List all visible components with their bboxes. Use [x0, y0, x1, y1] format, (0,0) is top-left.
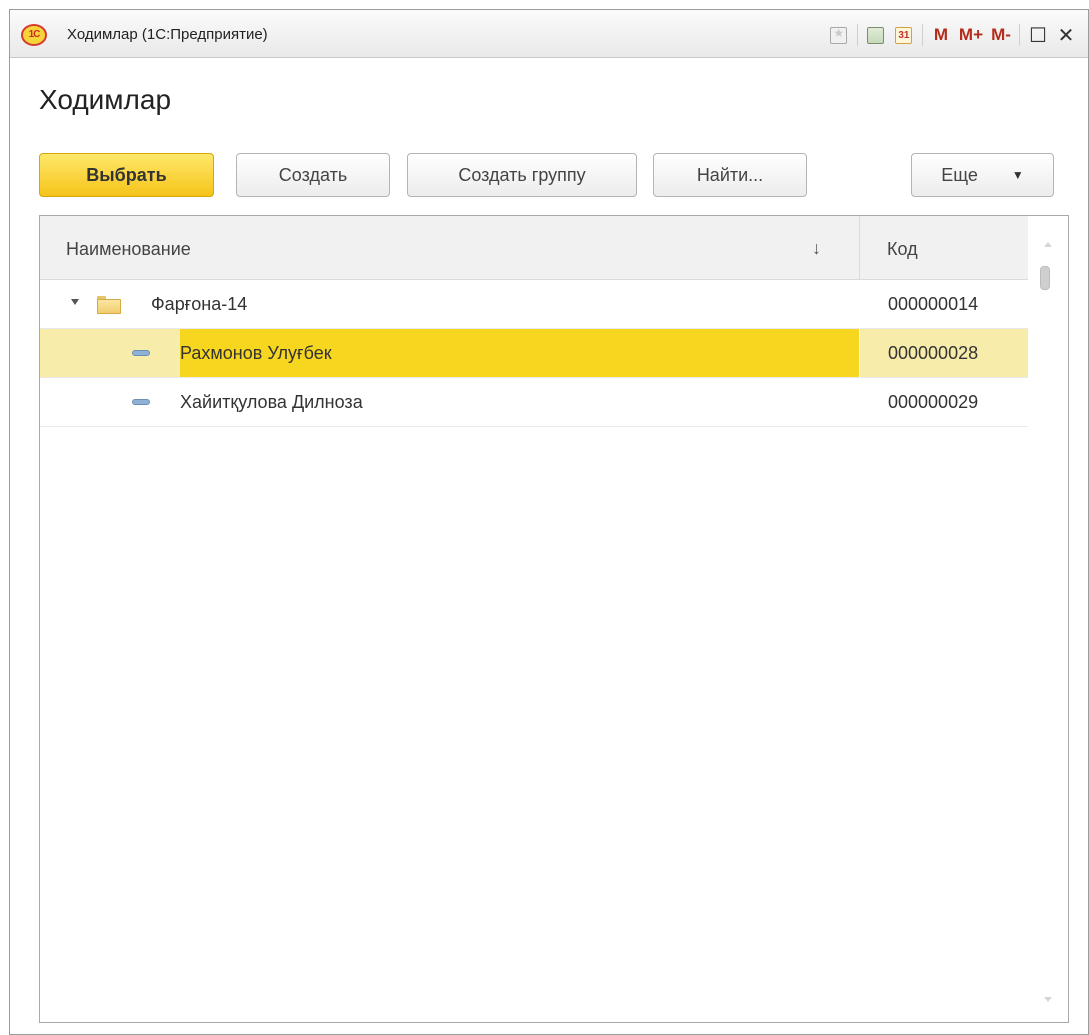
- toolbar-separator: [1019, 24, 1020, 46]
- list-table[interactable]: Наименование ↓ Код Фарғона-14 000000014 …: [39, 215, 1069, 1023]
- row-code: 000000028: [888, 343, 979, 363]
- table-row-group[interactable]: Фарғона-14 000000014: [40, 280, 1030, 329]
- table-row[interactable]: Хайитқулова Дилноза 000000029: [40, 378, 1030, 427]
- expand-arrow-icon[interactable]: [71, 299, 79, 305]
- scroll-up-icon[interactable]: [1044, 242, 1052, 247]
- find-button[interactable]: Найти...: [653, 153, 807, 197]
- memory-plus-button[interactable]: M+: [955, 21, 987, 49]
- row-name: Хайитқулова Дилноза: [180, 392, 363, 412]
- title-bar: 1С Ходимлар (1С:Предприятие) 31 M M+ M- …: [10, 10, 1088, 58]
- calculator-icon: [867, 26, 885, 44]
- sort-arrow-icon[interactable]: ↓: [812, 238, 821, 259]
- create-button[interactable]: Создать: [236, 153, 390, 197]
- select-button[interactable]: Выбрать: [39, 153, 214, 197]
- title-toolbar: 31 M M+ M- ☐ ✕: [825, 20, 1080, 50]
- row-name: Фарғона-14: [151, 294, 248, 314]
- app-logo-icon[interactable]: 1С: [21, 24, 47, 46]
- app-window: 1С Ходимлар (1С:Предприятие) 31 M M+ M- …: [9, 9, 1089, 1035]
- table-row[interactable]: Рахмонов Улуғбек 000000028: [40, 329, 1030, 378]
- calculator-button[interactable]: [862, 21, 890, 49]
- scroll-down-icon[interactable]: [1044, 997, 1052, 1002]
- calendar-icon: 31: [895, 26, 913, 44]
- column-header-code[interactable]: Код: [887, 239, 918, 260]
- vertical-scrollbar[interactable]: [1028, 216, 1068, 1022]
- table-header: Наименование ↓ Код: [40, 216, 1030, 280]
- scroll-thumb[interactable]: [1040, 266, 1050, 290]
- toolbar-separator: [856, 24, 858, 46]
- more-button[interactable]: Еще ▼: [911, 153, 1054, 197]
- item-icon: [132, 399, 150, 405]
- close-button[interactable]: ✕: [1052, 21, 1080, 49]
- command-bar: Выбрать Создать Создать группу Найти... …: [39, 153, 1069, 197]
- toolbar-separator: [921, 24, 923, 46]
- memory-m-button[interactable]: M: [927, 21, 955, 49]
- favorites-button[interactable]: [825, 21, 853, 49]
- folder-icon: [97, 296, 121, 314]
- create-group-button[interactable]: Создать группу: [407, 153, 637, 197]
- maximize-button[interactable]: ☐: [1024, 21, 1052, 49]
- column-divider: [859, 329, 860, 377]
- column-divider[interactable]: [859, 216, 860, 280]
- column-header-name[interactable]: Наименование: [66, 239, 191, 260]
- calendar-button[interactable]: 31: [890, 21, 918, 49]
- favorites-icon: [830, 26, 848, 44]
- chevron-down-icon: ▼: [1011, 168, 1024, 182]
- window-title: Ходимлар (1С:Предприятие): [67, 26, 268, 43]
- row-name: Рахмонов Улуғбек: [180, 343, 332, 363]
- form-title: Ходимлар: [39, 84, 172, 115]
- more-button-label: Еще: [941, 164, 978, 185]
- memory-minus-button[interactable]: M-: [987, 21, 1015, 49]
- row-code: 000000014: [888, 294, 979, 314]
- row-code: 000000029: [888, 392, 979, 412]
- item-icon: [132, 350, 150, 356]
